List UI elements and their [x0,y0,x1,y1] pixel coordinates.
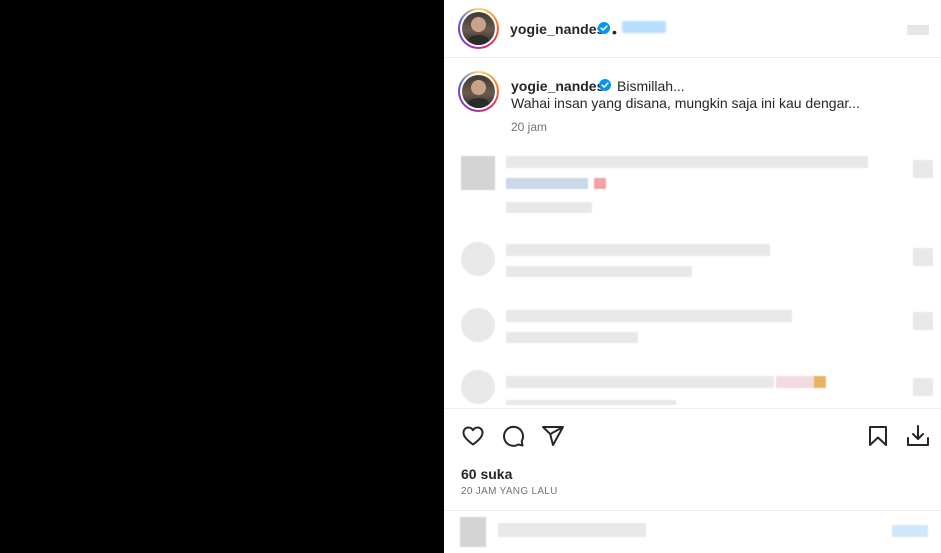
author-username[interactable]: yogie_nandes [510,21,605,37]
caption-title: Bismillah... [617,78,685,94]
comments-list[interactable] [444,150,941,405]
comment-emoji [776,376,816,388]
author-avatar[interactable] [458,8,499,49]
comment-like-icon[interactable] [913,378,933,396]
comment-input[interactable] [498,523,646,537]
header-separator: • [612,24,617,40]
post-header: yogie_nandes • [444,0,941,58]
follow-button[interactable] [622,21,666,33]
comment-text [506,156,868,168]
caption-timestamp: 20 jam [511,120,548,134]
caption-text: Wahai insan yang disana, mungkin saja in… [511,95,860,111]
avatar-image [462,12,495,45]
post-detail-panel: yogie_nandes • yogie_nandes Bismillah...… [444,0,941,553]
comment-text [506,244,770,256]
caption-username[interactable]: yogie_nandes [511,78,604,94]
heart-icon[interactable] [459,422,487,450]
comment-avatar[interactable] [461,308,495,342]
comment-text [506,376,774,388]
comment-emoji [594,178,606,189]
verified-badge-icon [598,22,610,34]
bookmark-icon[interactable] [864,422,892,450]
comment-icon[interactable] [499,422,527,450]
comment-like-icon[interactable] [913,248,933,266]
comment-like-icon[interactable] [913,160,933,178]
comment-meta [506,202,592,213]
avatar-image [462,75,495,108]
add-comment-bar [444,510,941,553]
comment-meta [506,400,676,405]
comment-avatar[interactable] [461,242,495,276]
send-icon[interactable] [539,422,567,450]
comment-like-icon[interactable] [913,312,933,330]
post-media[interactable] [0,0,444,553]
verified-badge-icon [599,79,611,91]
post-timestamp: 20 JAM YANG LALU [461,486,558,497]
comment-avatar[interactable] [461,370,495,404]
more-options-icon[interactable] [907,25,929,35]
comment-meta [506,266,692,277]
download-icon[interactable] [904,422,932,450]
comment-avatar[interactable] [461,156,495,190]
comment-mention[interactable] [506,178,588,189]
comment-meta [506,332,638,343]
comment-text [506,310,792,322]
emoji-icon[interactable] [460,517,486,547]
comment-emoji [814,376,826,388]
like-count[interactable]: 60 suka [461,466,512,482]
caption-avatar[interactable] [458,71,499,112]
post-comment-button[interactable] [892,525,928,537]
